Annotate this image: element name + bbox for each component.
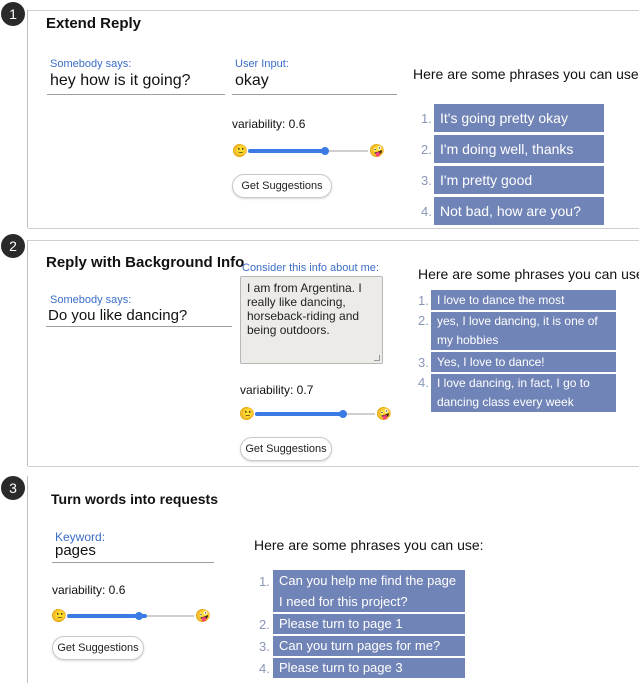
phrase-number: 2. — [421, 142, 432, 157]
somebody-says-label: Somebody says: — [50, 58, 132, 70]
phrase-suggestion[interactable]: Not bad, how are you? — [434, 197, 604, 225]
phrase-number: 3. — [259, 639, 270, 654]
get-suggestions-button[interactable]: Get Suggestions — [232, 174, 332, 198]
phrase-number: 2. — [259, 617, 270, 632]
variability-slider[interactable]: 🙂 🤪 — [52, 609, 212, 623]
phrase-suggestion[interactable]: Can you turn pages for me? — [273, 636, 465, 656]
phrase-number: 1. — [259, 574, 270, 589]
slider-fill — [248, 149, 323, 153]
section-number-badge: 2 — [1, 234, 25, 258]
phrase-number: 3. — [421, 173, 432, 188]
phrase-number: 3. — [418, 355, 429, 370]
phrase-text: Can you turn pages for me? — [279, 638, 441, 653]
phrase-number: 2. — [418, 313, 429, 328]
phrase-number: 1. — [418, 293, 429, 308]
get-suggestions-button[interactable]: Get Suggestions — [52, 636, 144, 660]
background-info-textarea[interactable]: I am from Argentina. I really like danci… — [240, 276, 383, 364]
slider-knob[interactable] — [339, 410, 347, 418]
phrase-text: yes, I love dancing, it is one of — [437, 314, 598, 328]
divider — [28, 10, 639, 11]
variability-slider[interactable]: 🙂 🤪 — [233, 144, 385, 158]
somebody-says-field[interactable]: hey how is it going? — [50, 72, 191, 90]
background-info-text: I am from Argentina. I really like danci… — [247, 281, 362, 337]
phrase-text: I need for this project? — [279, 594, 408, 609]
phrase-suggestion[interactable]: It's going pretty okay — [434, 104, 604, 132]
user-input-field[interactable]: okay — [235, 72, 269, 90]
zany-face-icon: 🤪 — [377, 407, 392, 420]
field-underline — [232, 94, 397, 95]
slider-fill — [255, 412, 341, 416]
phrases-header: Here are some phrases you can use: — [413, 66, 639, 82]
phrase-text: Please turn to page 1 — [279, 616, 403, 631]
slightly-smiling-face-icon: 🙂 — [240, 407, 255, 420]
zany-face-icon: 🤪 — [370, 144, 385, 157]
divider — [28, 466, 639, 467]
phrases-header: Here are some phrases you can use: — [254, 537, 484, 553]
somebody-says-field[interactable]: Do you like dancing? — [48, 307, 187, 324]
phrase-text: my hobbies — [437, 333, 499, 347]
phrase-suggestion[interactable]: Yes, I love to dance! — [431, 352, 616, 372]
phrase-number: 4. — [421, 204, 432, 219]
phrase-suggestion[interactable]: Please turn to page 3 — [273, 658, 465, 678]
phrases-header: Here are some phrases you can use: — [418, 266, 639, 282]
phrase-suggestion[interactable]: I'm doing well, thanks — [434, 135, 604, 163]
variability-label: variability: 0.6 — [52, 583, 126, 597]
section-title: Reply with Background Info — [46, 254, 245, 271]
phrase-number: 1. — [421, 111, 432, 126]
phrase-suggestion[interactable]: Can you help me find the page I need for… — [273, 570, 465, 612]
somebody-says-label: Somebody says: — [50, 294, 132, 306]
phrase-number: 4. — [259, 661, 270, 676]
phrase-text: Yes, I love to dance! — [437, 355, 545, 369]
phrase-suggestion[interactable]: I love dancing, in fact, I go to dancing… — [431, 374, 616, 412]
slider-knob[interactable] — [321, 147, 329, 155]
phrase-suggestion[interactable]: yes, I love dancing, it is one of my hob… — [431, 312, 616, 350]
variability-slider[interactable]: 🙂 🤪 — [240, 407, 392, 421]
phrase-text: I love dancing, in fact, I go to — [437, 376, 590, 390]
phrase-suggestion[interactable]: Please turn to page 1 — [273, 614, 465, 634]
divider — [28, 240, 639, 241]
slider-knob[interactable] — [135, 612, 143, 620]
slightly-smiling-face-icon: 🙂 — [52, 609, 67, 622]
get-suggestions-button[interactable]: Get Suggestions — [240, 437, 332, 461]
variability-label: variability: 0.7 — [240, 383, 314, 397]
user-input-label: User Input: — [235, 58, 289, 70]
variability-label: variability: 0.6 — [232, 117, 306, 131]
phrase-text: dancing class every week — [437, 395, 574, 409]
phrase-number: 4. — [418, 375, 429, 390]
phrase-suggestion[interactable]: I'm pretty good — [434, 166, 604, 194]
divider — [28, 228, 639, 229]
phrase-text: I love to dance the most — [437, 293, 565, 307]
info-label: Consider this info about me: — [242, 262, 379, 274]
section-number-badge: 3 — [1, 476, 25, 500]
field-underline — [47, 94, 225, 95]
slightly-smiling-face-icon: 🙂 — [233, 144, 248, 157]
section-number-badge: 1 — [1, 2, 25, 26]
keyword-field[interactable]: pages — [55, 542, 96, 559]
field-underline — [46, 326, 232, 327]
phrase-text: Please turn to page 3 — [279, 660, 403, 675]
phrase-text: Can you help me find the page — [279, 573, 457, 588]
section-title: Extend Reply — [46, 15, 142, 32]
zany-face-icon: 🤪 — [196, 609, 211, 622]
phrase-suggestion[interactable]: I love to dance the most — [431, 290, 616, 310]
section-title: Turn words into requests — [51, 491, 218, 507]
resize-handle[interactable] — [374, 355, 380, 361]
field-underline — [52, 562, 214, 563]
